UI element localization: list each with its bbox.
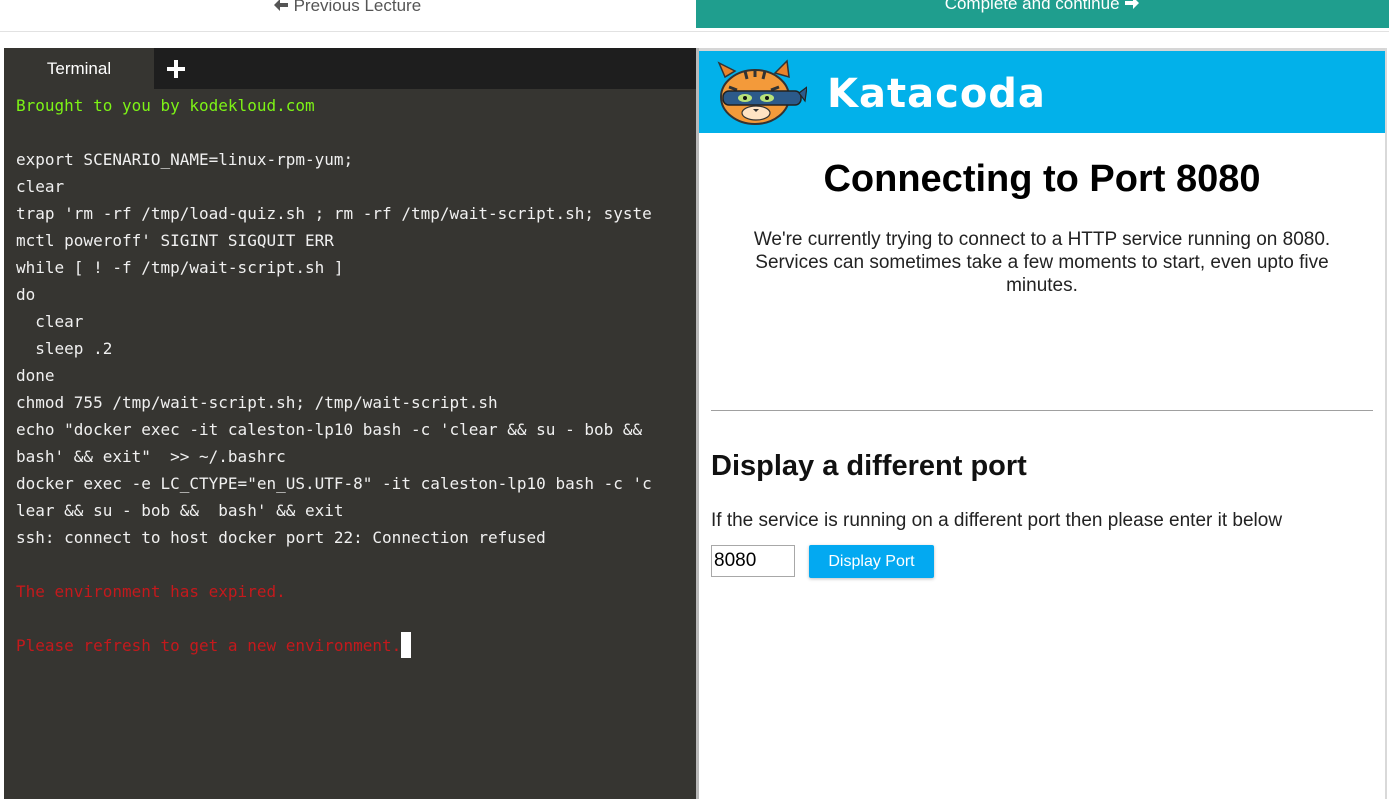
plus-icon [167,59,185,78]
previous-lecture-label: Previous Lecture [293,0,422,15]
katacoda-header: Katacoda [699,48,1385,133]
terminal-line: ssh: connect to host docker port 22: Con… [16,524,696,551]
add-terminal-button[interactable] [154,48,198,89]
connection-description: We're currently trying to connect to a H… [753,229,1331,296]
terminal-line-text: ssh: connect to host docker port 22: Con… [16,528,546,547]
tab-terminal-label: Terminal [46,58,112,78]
terminal-line: do [16,281,696,308]
terminal-line-text: bash' && exit" >> ~/.bashrc [16,447,286,466]
terminal-line-text: clear [16,177,65,196]
section-divider [711,410,1373,411]
terminal-line: done [16,362,696,389]
terminal-output[interactable]: Brought to you by kodekloud.com export SC… [4,89,696,659]
terminal-line-text: echo "docker exec -it caleston-lp10 bash… [16,420,643,439]
terminal-line: Brought to you by kodekloud.com [16,92,696,119]
display-port-button[interactable]: Display Port [809,545,934,578]
terminal-line: sleep .2 [16,335,696,362]
terminal-line-text: The environment has expired. [16,582,286,601]
different-port-heading: Display a different port [711,450,1027,482]
terminal-line: docker exec -e LC_CTYPE="en_US.UTF-8" -i… [16,470,696,497]
terminal-line-text: clear [16,312,84,331]
terminal-line: The environment has expired. [16,578,696,605]
terminal-line: export SCENARIO_NAME=linux-rpm-yum; [16,146,696,173]
tab-terminal[interactable]: Terminal [4,48,154,89]
terminal-line: bash' && exit" >> ~/.bashrc [16,443,696,470]
terminal-line: clear [16,173,696,200]
terminal-line: lear && su - bob && bash' && exit [16,497,696,524]
arrow-right-icon [1125,0,1140,9]
terminal-line: Please refresh to get a new environment. [16,632,696,659]
page-title: Connecting to Port 8080 [823,158,1261,200]
terminal-cursor [401,632,412,658]
katacoda-cat-logo-icon [717,59,807,125]
terminal-line-text: lear && su - bob && bash' && exit [16,501,344,520]
port-input[interactable] [711,545,795,577]
terminal-line-text: mctl poweroff' SIGINT SIGQUIT ERR [16,231,334,250]
terminal-line: mctl poweroff' SIGINT SIGQUIT ERR [16,227,696,254]
complete-and-continue-label: Complete and continue [944,0,1120,13]
complete-and-continue-button[interactable]: Complete and continue [696,0,1389,28]
lecture-navigation-bar: Previous Lecture Complete and continue [0,0,1389,32]
katacoda-brand-logo: Katacoda [827,71,1046,117]
terminal-line-text: do [16,285,36,304]
terminal-line: echo "docker exec -it caleston-lp10 bash… [16,416,696,443]
terminal-line-text: Brought to you by kodekloud.com [16,96,315,115]
katacoda-panel: Katacoda Connecting to Port 8080 We're c… [699,48,1387,799]
terminal-line-text: chmod 755 /tmp/wait-script.sh; /tmp/wait… [16,393,498,412]
arrow-left-icon [273,0,288,11]
terminal-line-text: done [16,366,55,385]
terminal-line-text: trap 'rm -rf /tmp/load-quiz.sh ; rm -rf … [16,204,652,223]
terminal-line: trap 'rm -rf /tmp/load-quiz.sh ; rm -rf … [16,200,696,227]
terminal-line-text: sleep .2 [16,339,113,358]
previous-lecture-button[interactable]: Previous Lecture [0,0,694,28]
terminal-line-text: while [ ! -f /tmp/wait-script.sh ] [16,258,344,277]
terminal-panel[interactable]: Terminal Brought to you by kodekloud.com… [4,48,696,799]
terminal-line: clear [16,308,696,335]
terminal-line: chmod 755 /tmp/wait-script.sh; /tmp/wait… [16,389,696,416]
terminal-line: while [ ! -f /tmp/wait-script.sh ] [16,254,696,281]
terminal-line-text: docker exec -e LC_CTYPE="en_US.UTF-8" -i… [16,474,652,493]
terminal-tab-bar: Terminal [4,48,696,89]
terminal-line-text: Please refresh to get a new environment. [16,636,402,655]
different-port-instructions: If the service is running on a different… [711,510,1283,531]
terminal-line-text: export SCENARIO_NAME=linux-rpm-yum; [16,150,354,169]
